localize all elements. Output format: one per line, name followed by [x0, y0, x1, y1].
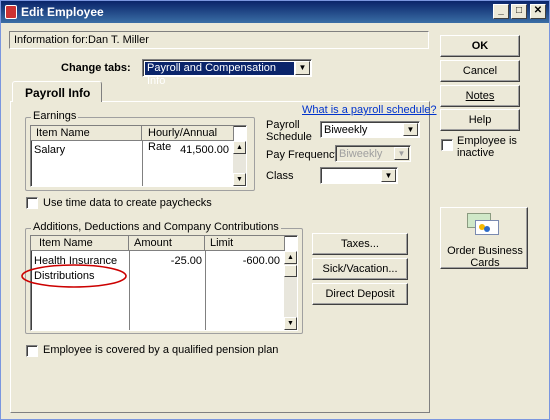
- notes-button[interactable]: Notes: [440, 85, 520, 107]
- additions-group-label: Additions, Deductions and Company Contri…: [31, 221, 281, 233]
- earnings-scrollbar[interactable]: ▲ ▼: [233, 141, 246, 186]
- use-time-data-checkbox[interactable]: [26, 197, 38, 209]
- payroll-schedule-link[interactable]: What is a payroll schedule?: [302, 104, 437, 116]
- minimize-button[interactable]: _: [493, 4, 509, 19]
- change-tabs-label: Change tabs:: [61, 62, 131, 74]
- scroll-up-icon[interactable]: ▲: [233, 141, 246, 154]
- notes-button-label: Notes: [465, 90, 495, 102]
- maximize-button[interactable]: □: [511, 4, 527, 19]
- use-time-data-label: Use time data to create paychecks: [43, 197, 212, 209]
- order-business-cards-label: Order Business Cards: [447, 245, 523, 269]
- pay-frequency-dropdown[interactable]: Biweekly ▼: [335, 145, 411, 162]
- payroll-schedule-label: Payroll Schedule: [266, 119, 312, 143]
- order-business-cards-button[interactable]: Order Business Cards: [440, 207, 528, 269]
- employee-inactive-label: Employee is inactive: [457, 135, 517, 159]
- cancel-button[interactable]: Cancel: [440, 60, 520, 82]
- change-tabs-dropdown[interactable]: Payroll and Compensation Info ▼: [142, 59, 312, 87]
- tab-payroll-info[interactable]: Payroll Info: [12, 81, 102, 102]
- additions-col-amount[interactable]: Amount: [129, 236, 205, 251]
- payroll-schedule-label-line1: Payroll: [266, 119, 300, 131]
- business-cards-icon: [467, 213, 501, 237]
- earnings-row-item[interactable]: Salary: [34, 143, 65, 157]
- pension-plan-label: Employee is covered by a qualified pensi…: [43, 344, 279, 356]
- change-tabs-value: Payroll and Compensation Info: [145, 62, 294, 87]
- pay-frequency-value: Biweekly: [339, 148, 383, 160]
- chevron-down-icon[interactable]: ▼: [403, 123, 418, 136]
- additions-col-item-name[interactable]: Item Name: [31, 236, 129, 251]
- tab-payroll-info-label: Payroll Info: [25, 86, 91, 100]
- chevron-down-icon[interactable]: ▼: [394, 147, 409, 160]
- earnings-group-label: Earnings: [31, 110, 79, 122]
- scroll-thumb[interactable]: [284, 265, 297, 277]
- scroll-down-icon[interactable]: ▼: [233, 173, 246, 186]
- chevron-down-icon[interactable]: ▼: [295, 61, 310, 75]
- employee-inactive-checkbox[interactable]: [441, 139, 453, 151]
- title-bar[interactable]: Edit Employee _ □ ✕: [1, 1, 549, 23]
- chevron-down-icon[interactable]: ▼: [381, 169, 396, 182]
- earnings-table[interactable]: Item Name Hourly/Annual Rate Salary 41,5…: [30, 125, 247, 187]
- payroll-schedule-label-line2: Schedule: [266, 131, 312, 143]
- taxes-button[interactable]: Taxes...: [312, 233, 408, 255]
- direct-deposit-button[interactable]: Direct Deposit: [312, 283, 408, 305]
- close-button[interactable]: ✕: [530, 4, 546, 19]
- earnings-col-rate[interactable]: Hourly/Annual Rate: [142, 126, 234, 153]
- payroll-schedule-value: Biweekly: [324, 124, 368, 136]
- info-field: Information for:Dan T. Miller: [9, 31, 429, 49]
- ok-button[interactable]: OK: [440, 35, 520, 57]
- additions-row-amount[interactable]: -25.00: [130, 254, 202, 268]
- scroll-up-icon[interactable]: ▲: [284, 251, 297, 264]
- pension-plan-checkbox[interactable]: [26, 345, 38, 357]
- app-icon: [5, 5, 17, 19]
- additions-scrollbar[interactable]: ▲ ▼: [284, 251, 297, 330]
- scroll-down-icon[interactable]: ▼: [284, 317, 297, 330]
- earnings-row-rate[interactable]: 41,500.00: [143, 143, 229, 157]
- info-text: Information for:Dan T. Miller: [14, 34, 149, 46]
- sick-vacation-button[interactable]: Sick/Vacation...: [312, 258, 408, 280]
- additions-row-limit[interactable]: -600.00: [206, 254, 280, 268]
- highlight-ellipse: [21, 264, 127, 288]
- pay-frequency-label: Pay Frequency: [266, 149, 340, 161]
- edit-employee-window: Edit Employee _ □ ✕ Information for:Dan …: [0, 0, 550, 420]
- help-button[interactable]: Help: [440, 109, 520, 131]
- class-dropdown[interactable]: ▼: [320, 167, 398, 184]
- class-label: Class: [266, 170, 294, 182]
- window-title: Edit Employee: [21, 5, 104, 19]
- additions-col-limit[interactable]: Limit: [205, 236, 285, 251]
- earnings-col-item-name[interactable]: Item Name: [31, 126, 142, 141]
- payroll-schedule-dropdown[interactable]: Biweekly ▼: [320, 121, 420, 138]
